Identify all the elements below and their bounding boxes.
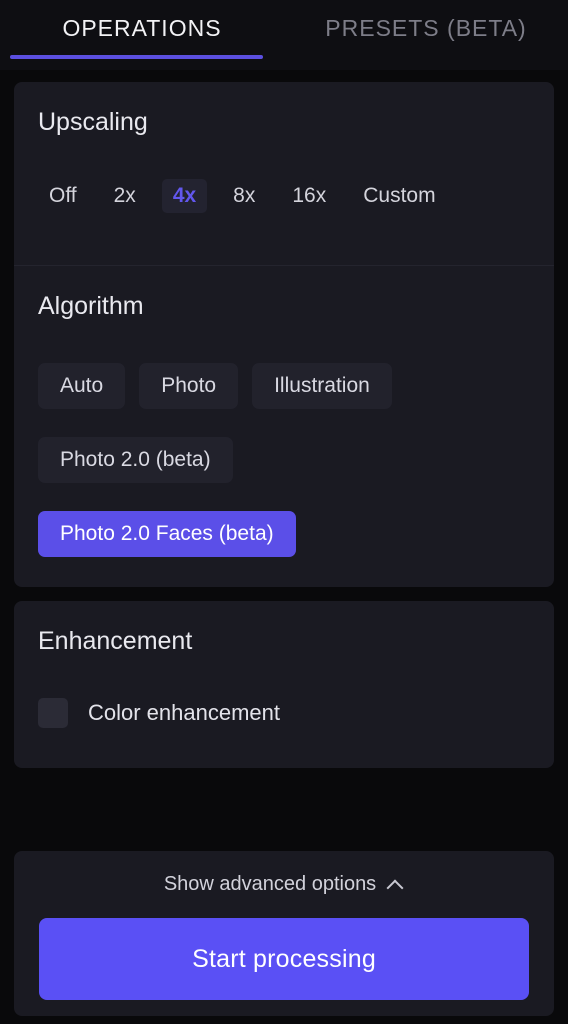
scale-option-2x[interactable]: 2x [103, 179, 147, 213]
color-enhancement-label: Color enhancement [88, 700, 281, 726]
algorithm-option-photo-2-faces[interactable]: Photo 2.0 Faces (beta) [38, 511, 296, 558]
chevron-up-icon [388, 877, 404, 893]
algorithm-title: Algorithm [38, 292, 144, 320]
section-upscaling: Upscaling Off 2x 4x 8x 16x Custom [14, 82, 554, 247]
color-enhancement-row[interactable]: Color enhancement [14, 698, 554, 768]
scale-option-16x[interactable]: 16x [281, 179, 337, 213]
algorithm-option-photo-2[interactable]: Photo 2.0 (beta) [38, 437, 233, 484]
tab-operations-label: OPERATIONS [62, 14, 222, 41]
tabbar: OPERATIONS PRESETS (BETA) [0, 0, 568, 70]
color-enhancement-checkbox[interactable] [38, 698, 68, 729]
operations-content: Upscaling Off 2x 4x 8x 16x Custom Algori… [0, 70, 568, 851]
section-enhancement: Enhancement Color enhancement [14, 601, 554, 768]
show-advanced-options-label: Show advanced options [163, 873, 377, 895]
panel-upscaling-algorithm: Upscaling Off 2x 4x 8x 16x Custom Algori… [14, 82, 554, 588]
scale-option-8x[interactable]: 8x [222, 179, 266, 213]
footer-actions: Show advanced options Start processing [14, 851, 554, 1016]
panel-enhancement: Enhancement Color enhancement [14, 601, 554, 769]
upscaling-options: Off 2x 4x 8x 16x Custom [14, 179, 554, 247]
enhancement-title: Enhancement [38, 627, 193, 656]
algorithm-option-illustration[interactable]: Illustration [252, 363, 392, 410]
algorithm-option-photo[interactable]: Photo [139, 363, 239, 410]
upscaling-title: Upscaling [38, 108, 148, 136]
algorithm-options: Auto Photo Illustration Photo 2.0 (beta)… [14, 363, 554, 587]
algorithm-option-auto[interactable]: Auto [38, 363, 126, 410]
tab-presets[interactable]: PRESETS (BETA) [284, 0, 568, 70]
section-algorithm: Algorithm Auto Photo Illustration Photo … [14, 265, 554, 587]
show-advanced-options-toggle[interactable]: Show advanced options [158, 869, 410, 900]
scale-option-4x[interactable]: 4x [161, 179, 208, 213]
start-processing-button[interactable]: Start processing [39, 918, 529, 1000]
tab-operations[interactable]: OPERATIONS [0, 0, 284, 70]
upscaler-panel: OPERATIONS PRESETS (BETA) Upscaling Off … [0, 0, 568, 1024]
scale-option-off[interactable]: Off [38, 179, 88, 213]
tab-active-underline [10, 55, 263, 59]
scale-option-custom[interactable]: Custom [352, 179, 446, 213]
tab-presets-label: PRESETS (BETA) [325, 14, 527, 41]
